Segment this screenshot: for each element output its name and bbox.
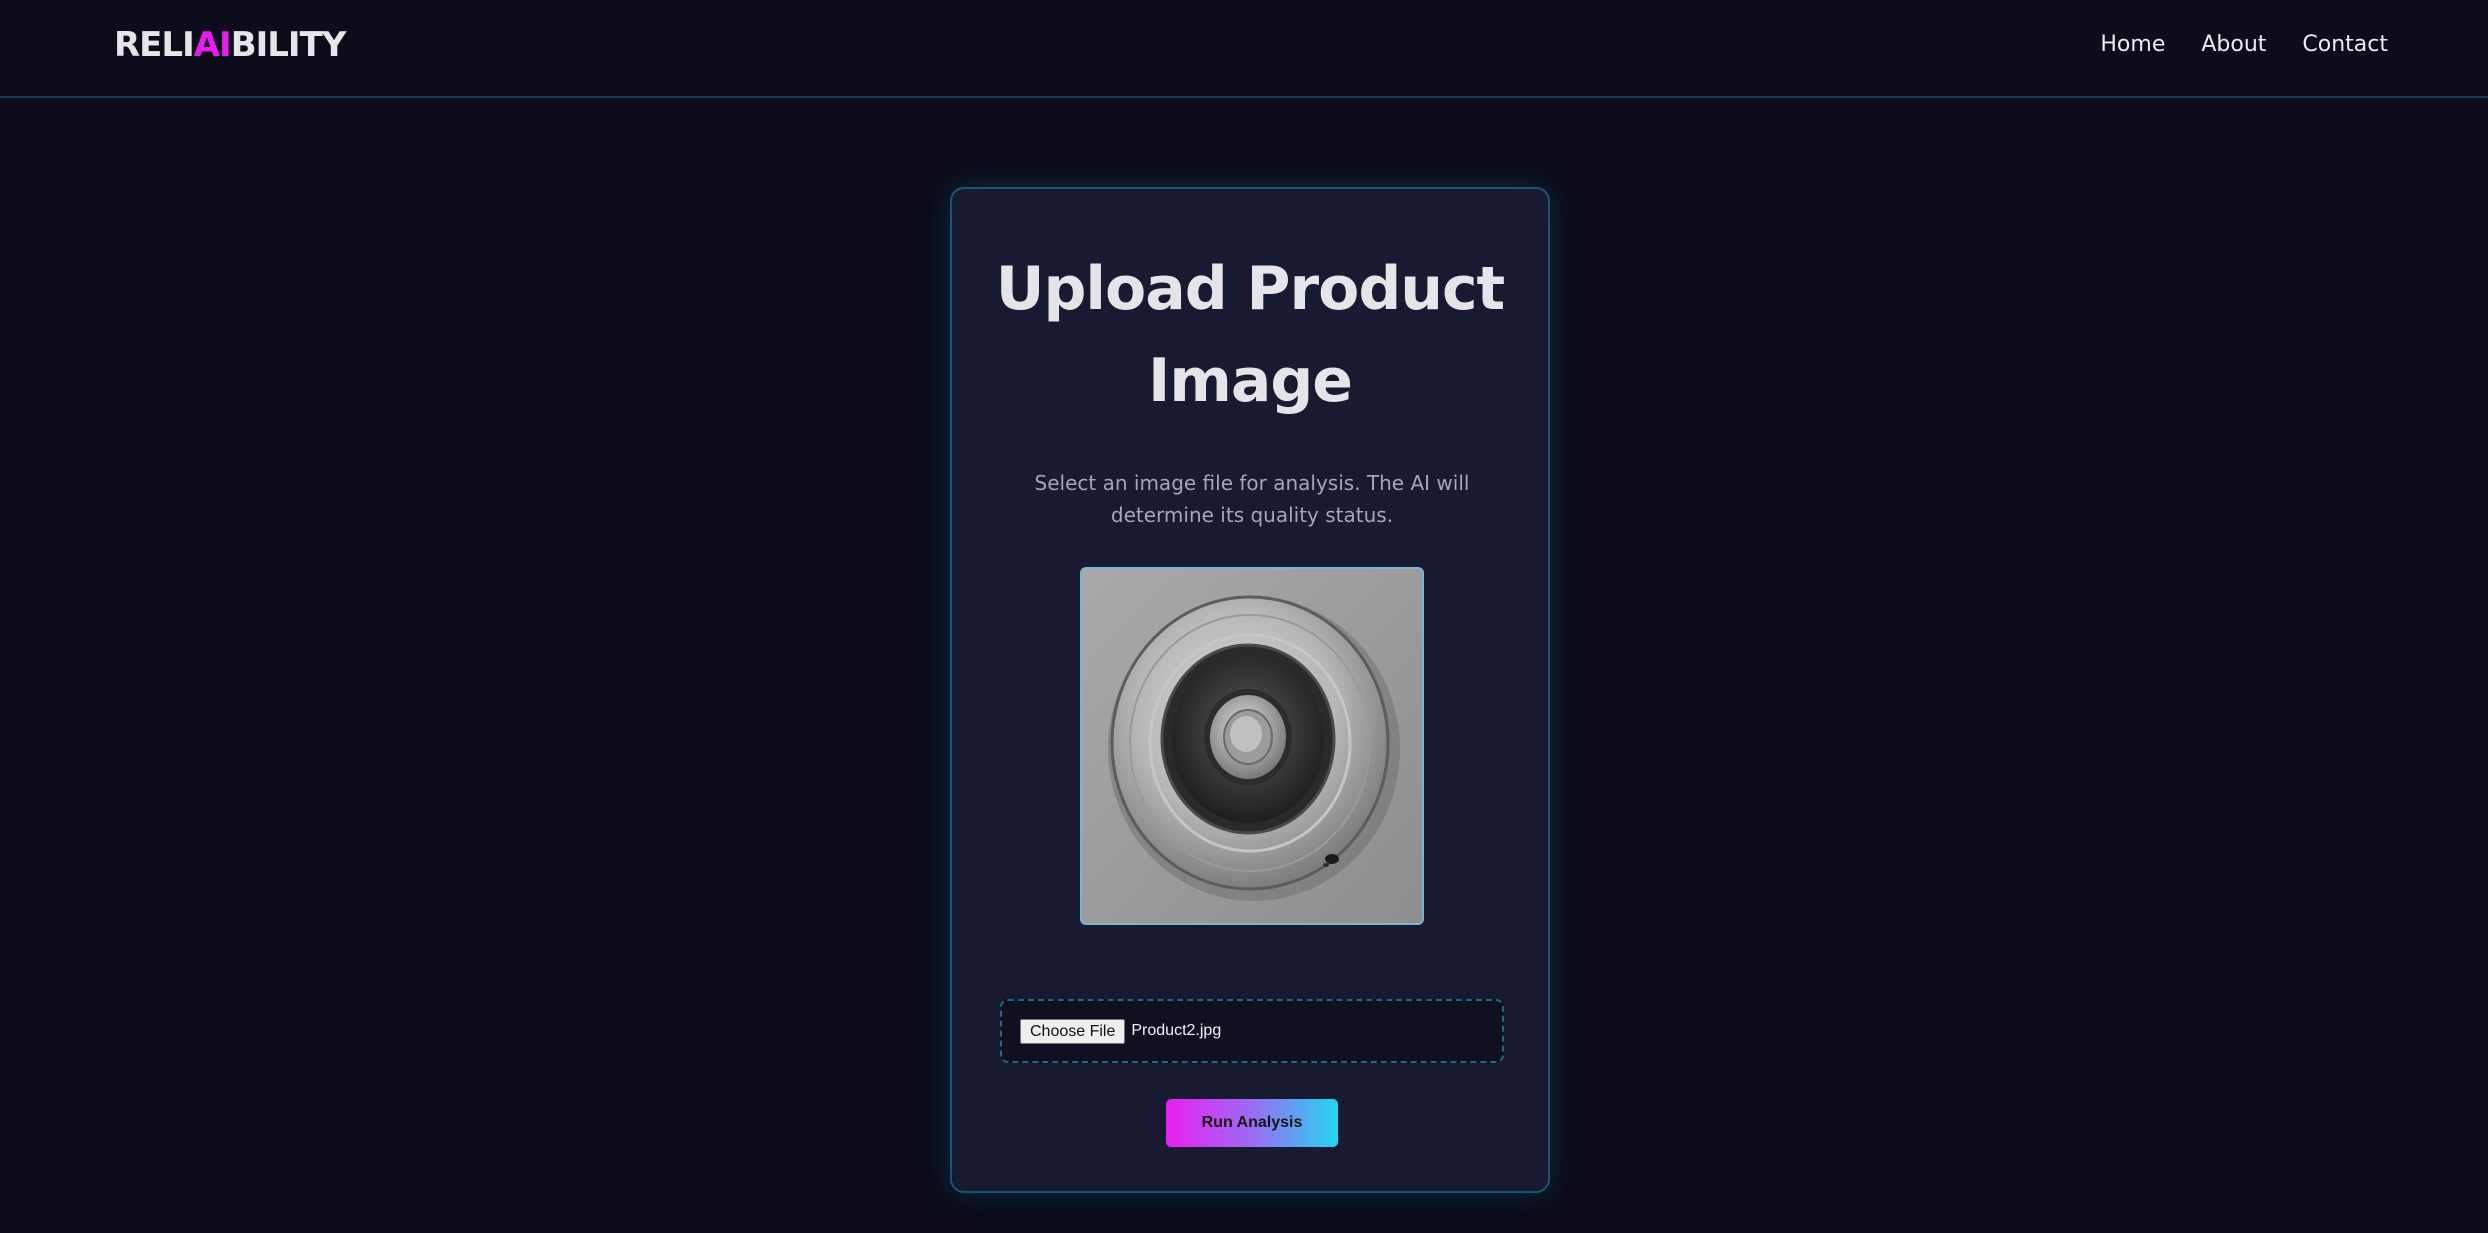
file-input[interactable]: Choose File Product2.jpg xyxy=(1000,999,1504,1063)
image-preview xyxy=(1080,567,1424,925)
page-title: Upload Product Image xyxy=(995,254,1505,416)
product-image xyxy=(1082,569,1422,923)
nav-links: Home About Contact xyxy=(2100,28,2388,62)
run-analysis-button[interactable]: Run Analysis xyxy=(1166,1099,1338,1147)
nav-link-home[interactable]: Home xyxy=(2100,28,2165,62)
upload-card: Upload Product Image Select an image fil… xyxy=(950,187,1550,1193)
logo-prefix: RELI xyxy=(114,25,195,65)
nav-link-about[interactable]: About xyxy=(2201,28,2266,62)
logo[interactable]: RELIAIBILITY xyxy=(114,22,347,68)
navbar: RELIAIBILITY Home About Contact xyxy=(0,0,2488,98)
logo-suffix: BILITY xyxy=(230,25,347,65)
page-subtitle: Select an image file for analysis. The A… xyxy=(1034,471,1470,527)
selected-file-name: Product2.jpg xyxy=(1131,1022,1222,1039)
logo-accent: AI xyxy=(193,25,232,65)
choose-file-button[interactable]: Choose File xyxy=(1020,1018,1126,1044)
nav-link-contact[interactable]: Contact xyxy=(2302,28,2388,62)
